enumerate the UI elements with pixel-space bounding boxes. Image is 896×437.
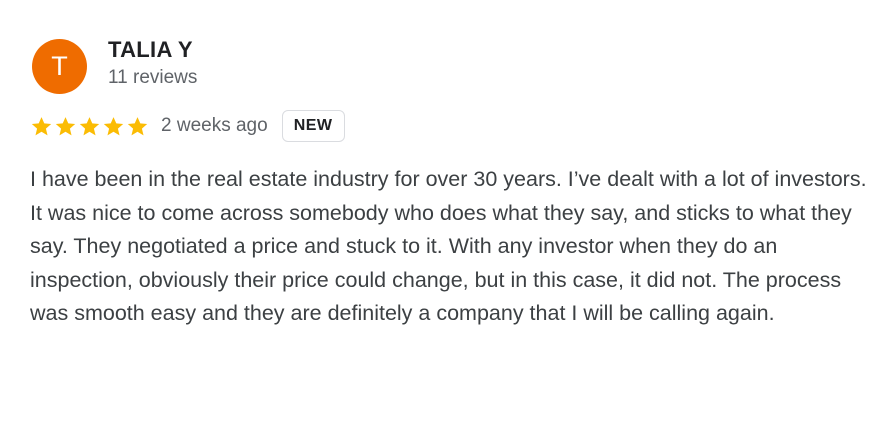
star-rating [30,115,149,138]
review-date: 2 weeks ago [161,115,268,136]
avatar[interactable]: T [32,39,87,94]
review-count[interactable]: 11 reviews [108,67,197,89]
star-icon [103,116,124,135]
review-text: I have been in the real estate industry … [30,167,867,326]
star-icon [55,116,76,135]
review-card: T TALIA Y 11 reviews 2 weeks ago NEW I h… [0,0,896,437]
star-icon [31,116,52,135]
new-badge: NEW [281,110,345,142]
avatar-initial: T [51,51,68,81]
rating-row: 2 weeks ago NEW [30,109,345,143]
star-icon [79,116,100,135]
star-icon [127,116,148,135]
reviewer-name[interactable]: TALIA Y [108,37,193,63]
